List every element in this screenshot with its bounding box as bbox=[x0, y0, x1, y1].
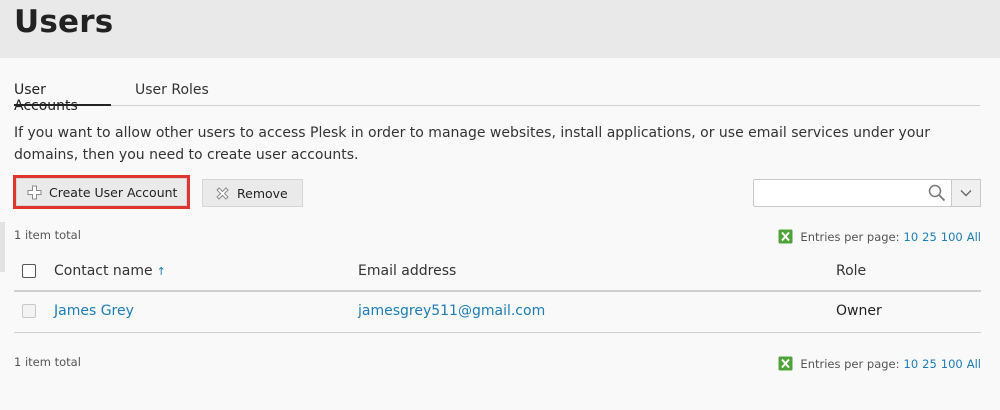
page-size-25[interactable]: 25 bbox=[922, 357, 937, 371]
select-all-checkbox-cell bbox=[22, 264, 36, 278]
page-header: Users bbox=[0, 0, 1000, 58]
export-excel-icon[interactable] bbox=[778, 356, 793, 371]
row-checkbox bbox=[22, 304, 36, 318]
page-size-25[interactable]: 25 bbox=[922, 230, 937, 244]
remove-label: Remove bbox=[237, 185, 288, 201]
tab-bar: User Accounts User Roles bbox=[14, 80, 980, 114]
entries-per-page-label: Entries per page: bbox=[800, 229, 900, 244]
page-size-10[interactable]: 10 bbox=[904, 357, 919, 371]
column-contact-name-label: Contact name bbox=[54, 263, 153, 279]
intro-text: If you want to allow other users to acce… bbox=[14, 125, 931, 163]
side-panel-handle[interactable] bbox=[0, 222, 5, 272]
search-box bbox=[753, 179, 981, 207]
column-role: Role bbox=[836, 263, 867, 279]
page-size-all[interactable]: All bbox=[967, 230, 981, 244]
entries-per-page-bottom: Entries per page: 10 25 100 All bbox=[778, 356, 981, 371]
table-header: Contact name ↑ Email address Role bbox=[14, 252, 981, 292]
items-total-bottom: 1 item total bbox=[14, 355, 81, 369]
x-icon bbox=[216, 186, 229, 200]
create-user-account-button[interactable]: Create User Account bbox=[16, 178, 187, 206]
page-size-all[interactable]: All bbox=[967, 357, 981, 371]
sort-asc-icon: ↑ bbox=[156, 265, 166, 278]
table-row: James Grey jamesgrey511@gmail.com Owner bbox=[14, 292, 981, 333]
role-value: Owner bbox=[836, 303, 882, 319]
entries-per-page-label: Entries per page: bbox=[800, 356, 900, 371]
page-size-10[interactable]: 10 bbox=[904, 230, 919, 244]
search-input[interactable] bbox=[753, 179, 952, 207]
tab-user-roles[interactable]: User Roles bbox=[135, 82, 209, 106]
search-icon[interactable] bbox=[928, 184, 946, 206]
plus-icon bbox=[27, 185, 42, 199]
chevron-down-icon bbox=[960, 190, 972, 197]
select-all-checkbox[interactable] bbox=[22, 264, 36, 278]
search-options-dropdown[interactable] bbox=[952, 179, 981, 207]
row-checkbox-cell bbox=[22, 304, 36, 318]
page-size-100[interactable]: 100 bbox=[941, 357, 963, 371]
column-email-address: Email address bbox=[358, 263, 457, 279]
users-table: Contact name ↑ Email address Role James G… bbox=[14, 252, 981, 333]
page-title: Users bbox=[14, 4, 114, 40]
page-size-100[interactable]: 100 bbox=[941, 230, 963, 244]
remove-button[interactable]: Remove bbox=[202, 179, 303, 207]
tab-user-accounts[interactable]: User Accounts bbox=[14, 82, 111, 114]
contact-name-link[interactable]: James Grey bbox=[54, 303, 134, 319]
create-user-account-label: Create User Account bbox=[49, 184, 178, 200]
items-total: 1 item total bbox=[14, 228, 81, 242]
entries-per-page: Entries per page: 10 25 100 All bbox=[778, 229, 981, 244]
export-excel-icon[interactable] bbox=[778, 229, 793, 244]
email-link[interactable]: jamesgrey511@gmail.com bbox=[358, 303, 545, 319]
column-contact-name[interactable]: Contact name ↑ bbox=[54, 263, 166, 279]
